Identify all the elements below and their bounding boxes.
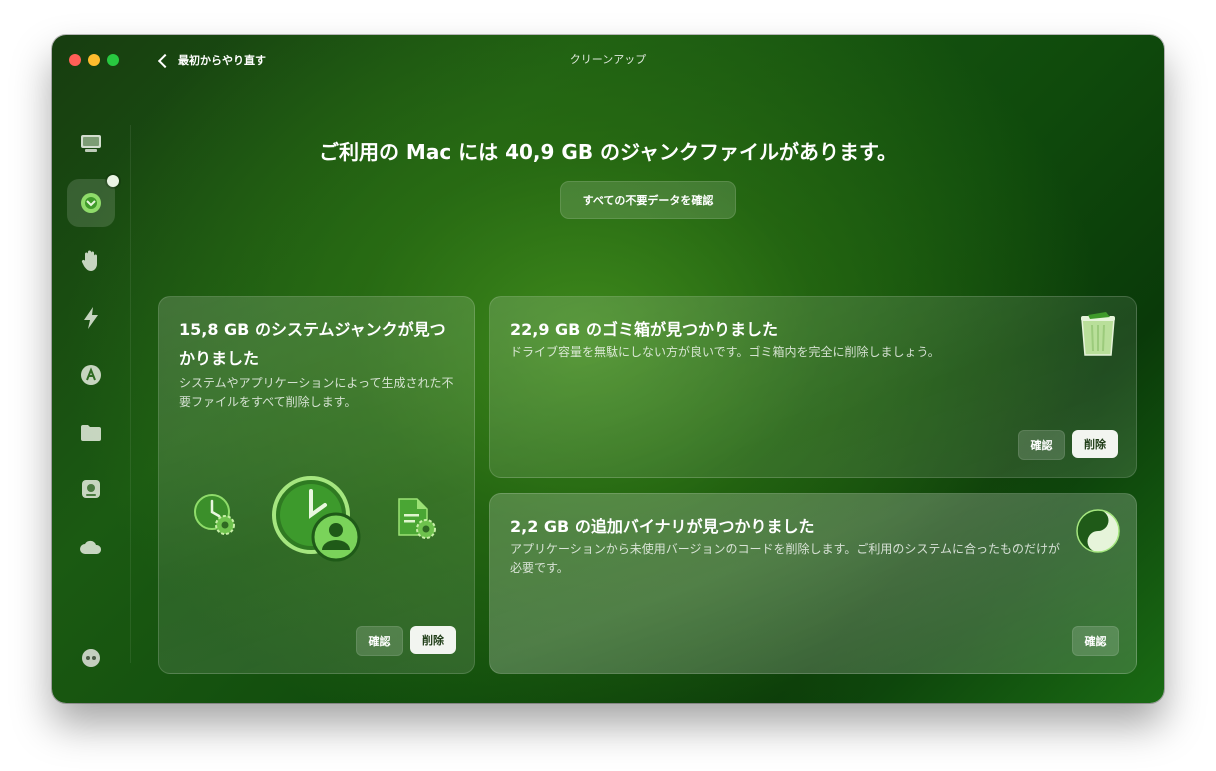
page-headline: ご利用の Mac には 40,9 GB のジャンクファイルがあります。 [318, 140, 898, 164]
assistant-icon [82, 649, 100, 667]
window-title: クリーンアップ [569, 53, 647, 66]
card-description: ドライブ容量を無駄にしない方が良いです。ゴミ箱内を完全に削除しましょう。 [510, 345, 940, 359]
cloud-icon [80, 540, 102, 554]
card-title: 15,8 GB のシステムジャンクが見つかりました [179, 320, 446, 368]
folder-icon [81, 425, 101, 441]
card-description: システムやアプリケーションによって生成された不要ファイルをすべて削除します。 [179, 376, 454, 409]
trash-icon [1081, 312, 1115, 356]
apps-icon [81, 365, 101, 385]
sidebar-item-cleanup[interactable] [67, 175, 119, 227]
review-button[interactable]: 確認 [356, 626, 403, 656]
notification-badge [107, 175, 119, 187]
clock-gear-icon [194, 494, 235, 535]
delete-button[interactable]: 削除 [1072, 430, 1118, 458]
cleanup-icon [81, 193, 101, 213]
disk-icon [82, 480, 100, 498]
document-gear-icon [398, 498, 436, 539]
sidebar-item-applications[interactable] [74, 358, 108, 392]
sidebar-item-performance[interactable] [74, 301, 108, 335]
sidebar-divider [130, 125, 131, 663]
delete-button[interactable]: 削除 [410, 626, 456, 654]
review-button[interactable]: 確認 [1072, 626, 1119, 656]
sidebar-item-files[interactable] [74, 416, 108, 450]
card-title: 22,9 GB のゴミ箱が見つかりました [510, 320, 778, 339]
review-all-button[interactable]: すべての不要データを確認 [560, 181, 736, 219]
assistant-button[interactable] [74, 641, 108, 675]
hand-icon [81, 250, 97, 271]
sidebar-item-space-lens[interactable] [74, 472, 108, 506]
clock-user-icon [272, 476, 361, 562]
system-junk-card: 15,8 GB のシステムジャンクが見つかりました システムやアプリケーションに… [158, 296, 475, 674]
binaries-icon [1076, 509, 1120, 553]
binaries-card: 2,2 GB の追加バイナリが見つかりました アプリケーションから未使用バージョ… [489, 493, 1137, 674]
sidebar-item-cloud[interactable] [74, 530, 108, 564]
card-title: 2,2 GB の追加バイナリが見つかりました [510, 517, 815, 536]
app-window: 最初からやり直す クリーンアップ ご利用の Mac には 40,9 GB のジャ… [52, 35, 1164, 703]
card-description: アプリケーションから未使用バージョンのコードを削除します。ご利用のシステムに合っ… [510, 542, 1060, 575]
review-button[interactable]: 確認 [1018, 430, 1065, 460]
trash-card: 22,9 GB のゴミ箱が見つかりました ドライブ容量を無駄にしない方が良いです… [489, 296, 1137, 478]
bolt-icon [84, 307, 98, 329]
sidebar-item-protection[interactable] [74, 244, 108, 278]
